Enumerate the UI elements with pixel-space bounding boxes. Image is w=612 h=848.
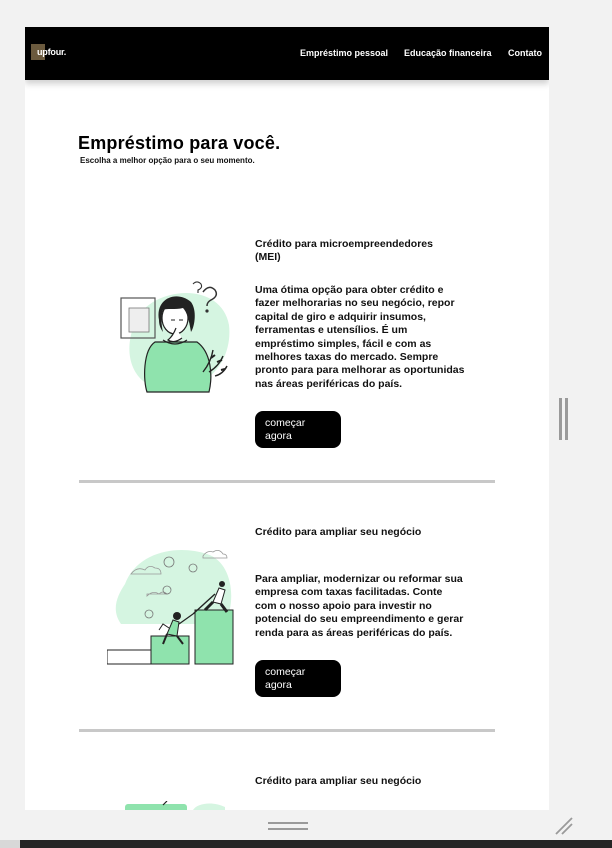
brand-logo[interactable]: upfour. [31,44,66,60]
card-title-ampliar-negocio: Crédito para ampliar seu negócio [255,526,422,538]
nav-link-educacao-financeira[interactable]: Educação financeira [404,48,492,58]
browser-viewport: upfour. Empréstimo pessoal Educação fina… [25,27,549,810]
card-title-ampliar-negocio-2: Crédito para ampliar seu negócio [255,775,422,787]
section-divider [79,729,495,732]
window-bottom-bar [20,840,612,848]
resize-corner-icon[interactable] [554,816,574,836]
horizontal-resize-grip-icon[interactable] [268,820,308,832]
nav-link-contato[interactable]: Contato [508,48,542,58]
nav-link-emprestimo-pessoal[interactable]: Empréstimo pessoal [300,48,388,58]
card-description-mei: Uma ótima opção para obter crédito e faz… [255,284,465,390]
card-description-ampliar-negocio: Para ampliar, modernizar ou reformar sua… [255,573,464,639]
page-subtitle: Escolha a melhor opção para o seu moment… [80,156,255,165]
start-now-button-mei[interactable]: começar agora [255,411,341,448]
scroll-handle-icon[interactable] [559,398,569,440]
start-now-button-ampliar-negocio[interactable]: começar agora [255,660,341,697]
woman-thinking-illustration [120,281,230,393]
people-climbing-steps-illustration [107,549,234,665]
laptop-illustration [125,801,225,810]
section-divider [79,480,495,483]
card-title-mei: Crédito para microempreendedores (MEI) [255,238,433,263]
window-bottom-left [0,840,20,848]
page-title: Empréstimo para você. [78,133,281,153]
top-navbar: upfour. Empréstimo pessoal Educação fina… [25,27,549,80]
logo-text: upfour. [37,47,67,57]
